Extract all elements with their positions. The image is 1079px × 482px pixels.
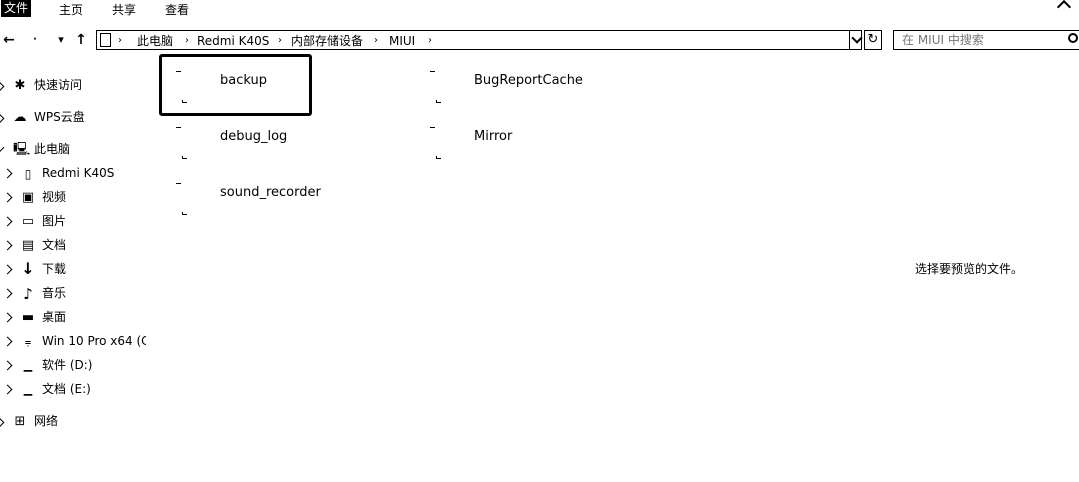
search-icon	[1068, 33, 1078, 43]
sidebar-item-label: 视频	[42, 190, 67, 204]
sidebar-item-label: 网络	[34, 414, 59, 428]
download-icon: ↓	[21, 259, 35, 278]
expand-arrow-icon[interactable]	[2, 216, 13, 227]
breadcrumb-miui[interactable]: MIUI	[389, 33, 415, 49]
breadcrumb-separator[interactable]: ›	[278, 33, 282, 49]
search-input[interactable]	[893, 30, 1079, 50]
file-name[interactable]: BugReportCache	[474, 73, 583, 88]
expand-arrow-icon[interactable]	[2, 384, 13, 395]
desktop-icon: ▬	[21, 310, 35, 325]
computer-icon: 🖳	[13, 142, 31, 157]
expand-arrow-icon[interactable]	[2, 360, 13, 371]
folder-icon	[430, 71, 435, 74]
sidebar-item-wps-cloud[interactable]: WPS云盘	[34, 107, 85, 127]
sidebar-item-downloads[interactable]: 下载	[42, 259, 66, 279]
music-icon: ♪	[23, 285, 33, 303]
sidebar-item-network[interactable]: 网络	[34, 411, 58, 431]
breadcrumb-separator[interactable]: ›	[185, 33, 189, 49]
sidebar-item-videos[interactable]: 视频	[42, 187, 66, 207]
sidebar-item-label: WPS云盘	[34, 110, 85, 124]
expand-arrow-icon[interactable]	[2, 192, 13, 203]
drive-icon: ▁	[23, 359, 33, 372]
expand-arrow-icon[interactable]	[2, 168, 13, 179]
expand-arrow-icon[interactable]	[2, 288, 13, 299]
picture-icon: ▭	[21, 214, 35, 229]
cloud-icon: ☁	[13, 110, 27, 125]
file-name[interactable]: backup	[220, 73, 267, 88]
expand-arrow-icon[interactable]	[2, 336, 13, 347]
up-button[interactable]: ↑	[74, 32, 88, 48]
tab-file[interactable]: 文件	[1, 0, 32, 17]
document-icon: ▤	[21, 238, 35, 253]
folder-icon	[430, 127, 435, 130]
sidebar-item-documents[interactable]: 文档	[42, 235, 66, 255]
expand-arrow-icon[interactable]	[0, 417, 5, 428]
sidebar-item-label: 音乐	[42, 286, 67, 300]
expand-arrow-icon[interactable]	[2, 312, 13, 323]
sidebar-item-label: Win 10 Pro x64 (C	[42, 334, 146, 348]
system-drive-icon: ⩦	[24, 335, 32, 348]
sidebar-item-desktop[interactable]: 桌面	[42, 307, 66, 327]
phone-icon: ▯	[24, 167, 32, 181]
star-icon: ✱	[14, 78, 26, 93]
file-name[interactable]: Mirror	[474, 129, 512, 144]
ribbon: 文件 主页 共享 查看	[0, 0, 1079, 22]
tab-home[interactable]: 主页	[59, 2, 83, 18]
drive-icon: ▁	[23, 383, 33, 396]
breadcrumb-separator[interactable]: ›	[374, 33, 378, 49]
file-name[interactable]: debug_log	[220, 129, 287, 144]
folder-location-icon	[100, 33, 111, 47]
sidebar-item-this-pc[interactable]: 此电脑	[34, 139, 70, 159]
sidebar-item-drive-d[interactable]: 软件 (D:)	[42, 355, 92, 375]
sidebar-item-label: 文档 (E:)	[42, 382, 91, 396]
ribbon-expand-icon[interactable]	[1056, 0, 1072, 15]
folder-corner-icon	[182, 212, 187, 215]
breadcrumb-separator[interactable]: ›	[118, 33, 122, 49]
sidebar-item-label: Redmi K40S	[42, 166, 115, 180]
sidebar-item-label: 图片	[42, 214, 67, 228]
sidebar-item-label: 软件 (D:)	[42, 358, 93, 372]
tab-view[interactable]: 查看	[165, 2, 189, 18]
sidebar-item-music[interactable]: 音乐	[42, 283, 66, 303]
folder-corner-icon	[182, 100, 187, 103]
video-icon: ▣	[21, 190, 35, 205]
recent-locations-button[interactable]: ▾	[54, 32, 68, 48]
folder-icon	[176, 127, 181, 130]
folder-corner-icon	[182, 156, 187, 159]
breadcrumb-internal-storage[interactable]: 内部存储设备	[291, 33, 363, 49]
expand-arrow-icon[interactable]	[2, 240, 13, 251]
folder-icon	[176, 183, 181, 186]
address-dropdown-icon[interactable]	[849, 31, 863, 49]
tab-share[interactable]: 共享	[112, 2, 136, 18]
sidebar-item-drive-e[interactable]: 文档 (E:)	[42, 379, 91, 399]
sidebar-item-label: 文档	[42, 238, 67, 252]
breadcrumb-separator[interactable]: ›	[428, 33, 432, 49]
expand-arrow-icon[interactable]	[0, 113, 5, 124]
address-bar[interactable]: › 此电脑 › Redmi K40S › 内部存储设备 › MIUI ›	[96, 30, 862, 50]
expand-arrow-icon[interactable]	[2, 264, 13, 275]
expand-arrow-icon[interactable]	[0, 81, 5, 92]
back-button[interactable]: ←	[2, 32, 16, 48]
sidebar-item-pictures[interactable]: 图片	[42, 211, 66, 231]
sidebar-item-label: 桌面	[42, 310, 67, 324]
sidebar-item-quick-access[interactable]: 快速访问	[34, 75, 82, 95]
sidebar-item-label: 快速访问	[34, 78, 83, 92]
preview-message: 选择要预览的文件。	[915, 262, 1024, 276]
sidebar-item-label: 下载	[42, 262, 67, 276]
sidebar-item-label: 此电脑	[34, 142, 71, 156]
forward-button[interactable]: ·	[28, 32, 42, 48]
sidebar-item-redmi[interactable]: Redmi K40S	[42, 163, 114, 183]
file-name[interactable]: sound_recorder	[220, 185, 321, 200]
folder-icon	[176, 71, 181, 74]
breadcrumb-device[interactable]: Redmi K40S	[197, 33, 269, 49]
collapse-arrow-icon[interactable]	[0, 142, 5, 153]
folder-corner-icon	[436, 156, 441, 159]
sidebar-item-drive-c[interactable]: Win 10 Pro x64 (C	[42, 331, 146, 351]
refresh-button[interactable]: ↻	[864, 30, 882, 50]
breadcrumb-this-pc[interactable]: 此电脑	[137, 33, 173, 49]
network-icon: ⊞	[14, 414, 26, 429]
folder-corner-icon	[436, 100, 441, 103]
